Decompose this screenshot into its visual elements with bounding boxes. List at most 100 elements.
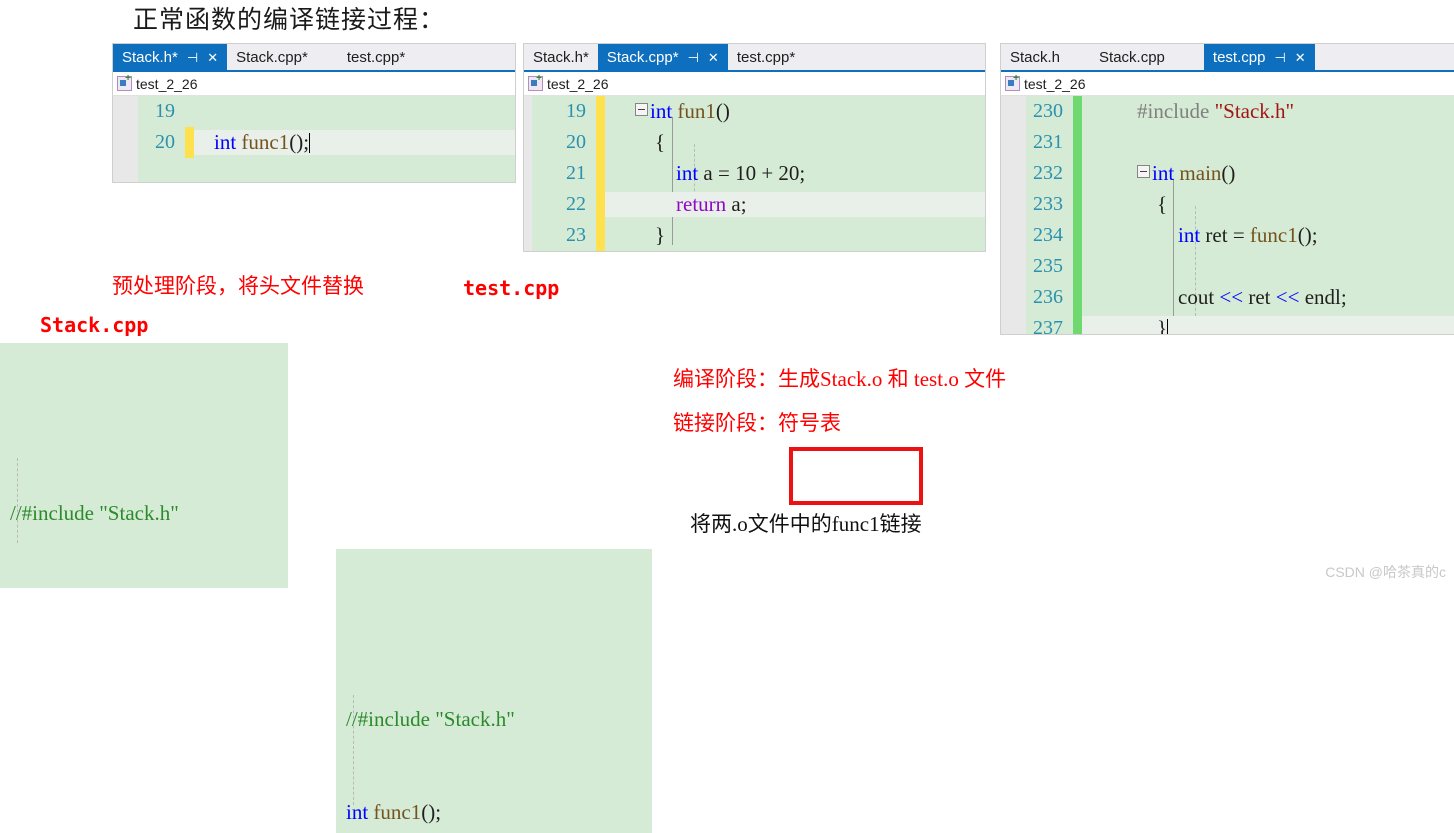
change-bar <box>596 189 605 220</box>
breadcrumb-test-cpp[interactable]: test_2_26 <box>1001 72 1454 96</box>
tabstrip-test-cpp: Stack.h Stack.cpp test.cpp ⊣ ✕ <box>1001 44 1454 72</box>
tab-stack-h[interactable]: Stack.h <box>1001 44 1069 70</box>
tab-label: test.cpp <box>1212 48 1266 66</box>
pin-icon[interactable]: ⊣ <box>187 51 198 64</box>
project-icon <box>117 74 132 91</box>
code-text: } <box>655 223 666 247</box>
close-icon[interactable]: ✕ <box>1295 51 1306 64</box>
code-block-line: int func1(); <box>346 800 442 824</box>
project-icon <box>528 74 543 91</box>
line-number: 230 <box>1033 100 1063 122</box>
breadcrumb-label: test_2_26 <box>547 75 609 92</box>
code-block-line: //#include "Stack.h" <box>10 501 179 525</box>
change-bar <box>596 158 605 189</box>
close-icon[interactable]: ✕ <box>708 51 719 64</box>
code-text: int a = 10 + 20; <box>676 161 806 185</box>
code-line: 236 cout << ret << endl; <box>1001 282 1454 313</box>
tab-test-cpp[interactable]: test.cpp ⊣ ✕ <box>1203 44 1315 70</box>
code-text: int fun1() <box>605 99 985 124</box>
code-line: 231 <box>1001 127 1454 158</box>
code-text: int func1(); <box>194 130 515 155</box>
tab-stack-h[interactable]: Stack.h* ⊣ ✕ <box>113 44 228 70</box>
annotation-preprocess: 预处理阶段，将头文件替换 <box>112 274 364 298</box>
change-bar <box>1073 189 1082 220</box>
code-line: 235 <box>1001 251 1454 282</box>
breadcrumb-stack-cpp[interactable]: test_2_26 <box>524 72 985 96</box>
change-bar <box>1073 313 1082 334</box>
annotation-link-note: 将两.o文件中的func1链接 <box>690 512 922 536</box>
code-text: int ret = func1(); <box>1178 223 1318 247</box>
breadcrumb-label: test_2_26 <box>1024 75 1086 92</box>
code-line: 232 int main() <box>1001 158 1454 189</box>
code-line: 20 { <box>524 127 985 158</box>
project-icon <box>1005 74 1020 91</box>
code-line: 23 } <box>524 220 985 251</box>
tab-stack-h[interactable]: Stack.h* <box>524 44 598 70</box>
code-line: 237 } <box>1001 313 1454 334</box>
code-line: 20 int func1(); <box>113 127 515 158</box>
code-text: int main() <box>1082 161 1454 186</box>
fold-collapse-icon[interactable] <box>1137 165 1150 178</box>
line-number: 20 <box>155 131 175 153</box>
breadcrumb-label: test_2_26 <box>136 75 198 92</box>
label-stack-cpp: Stack.cpp <box>40 313 149 337</box>
close-icon[interactable]: ✕ <box>207 51 218 64</box>
change-bar <box>185 127 194 158</box>
tab-stack-cpp[interactable]: Stack.cpp <box>1069 44 1174 70</box>
pin-icon[interactable]: ⊣ <box>688 51 699 64</box>
change-bar <box>1073 251 1082 282</box>
tab-label: Stack.h* <box>533 48 589 66</box>
line-number: 23 <box>566 224 586 246</box>
pin-icon[interactable]: ⊣ <box>1274 51 1285 64</box>
editor-window-test-cpp: Stack.h Stack.cpp test.cpp ⊣ ✕ test_2_26… <box>1000 43 1454 335</box>
tab-label: Stack.cpp* <box>606 48 679 66</box>
code-block-line: //#include "Stack.h" <box>346 707 515 731</box>
label-test-cpp: test.cpp <box>463 276 560 300</box>
editor-window-stack-cpp: Stack.h* Stack.cpp* ⊣ ✕ test.cpp* test_2… <box>523 43 986 252</box>
code-line: 233 { <box>1001 189 1454 220</box>
code-area-stack-cpp[interactable]: 19 int fun1() 20 { 21 int a = 10 + 20; 2… <box>524 96 985 251</box>
change-bar <box>185 96 194 127</box>
line-number: 237 <box>1033 317 1063 334</box>
line-number: 233 <box>1033 193 1063 215</box>
tab-label: Stack.cpp <box>1099 48 1165 66</box>
change-bar <box>596 96 605 127</box>
change-bar <box>1073 127 1082 158</box>
line-number: 19 <box>155 100 175 122</box>
code-line: 230 #include "Stack.h" <box>1001 96 1454 127</box>
code-line: 234 int ret = func1(); <box>1001 220 1454 251</box>
code-text: { <box>655 130 666 154</box>
tab-stack-cpp[interactable]: Stack.cpp* ⊣ ✕ <box>597 44 728 70</box>
symbol-table-box <box>789 447 923 505</box>
change-bar <box>1073 220 1082 251</box>
line-number: 235 <box>1033 255 1063 277</box>
code-line: 21 int a = 10 + 20; <box>524 158 985 189</box>
tabstrip-stack-cpp: Stack.h* Stack.cpp* ⊣ ✕ test.cpp* <box>524 44 985 72</box>
tab-label: Stack.h <box>1010 48 1061 66</box>
tab-label: test.cpp* <box>346 48 406 66</box>
line-number: 231 <box>1033 131 1063 153</box>
tab-test-cpp[interactable]: test.cpp* <box>728 44 804 70</box>
code-text: cout << ret << endl; <box>1178 285 1347 309</box>
breadcrumb-stack-h[interactable]: test_2_26 <box>113 72 515 96</box>
code-area-test-cpp[interactable]: 230 #include "Stack.h" 231 232 int main(… <box>1001 96 1454 334</box>
code-text: #include "Stack.h" <box>1137 99 1295 123</box>
page-title: 正常函数的编译链接过程： <box>133 7 446 34</box>
tab-test-cpp[interactable]: test.cpp* <box>317 44 414 70</box>
code-text: { <box>1157 192 1168 216</box>
annotation-compile-stage: 编译阶段：生成Stack.o 和 test.o 文件 <box>673 367 1007 391</box>
fold-collapse-icon[interactable] <box>635 103 648 116</box>
code-text: } <box>1082 316 1454 334</box>
line-number: 234 <box>1033 224 1063 246</box>
change-bar <box>596 220 605 251</box>
tab-stack-cpp[interactable]: Stack.cpp* <box>227 44 317 70</box>
line-number: 20 <box>566 131 586 153</box>
tabstrip-stack-h: Stack.h* ⊣ ✕ Stack.cpp* test.cpp* <box>113 44 515 72</box>
code-block-stack-cpp: //#include "Stack.h" int func1(); int fu… <box>0 343 288 588</box>
code-area-stack-h[interactable]: 19 20 int func1(); <box>113 96 515 182</box>
code-line: 22 return a; <box>524 189 985 220</box>
change-bar <box>1073 96 1082 127</box>
line-number: 22 <box>566 193 586 215</box>
code-line: 19 <box>113 96 515 127</box>
change-bar <box>596 127 605 158</box>
